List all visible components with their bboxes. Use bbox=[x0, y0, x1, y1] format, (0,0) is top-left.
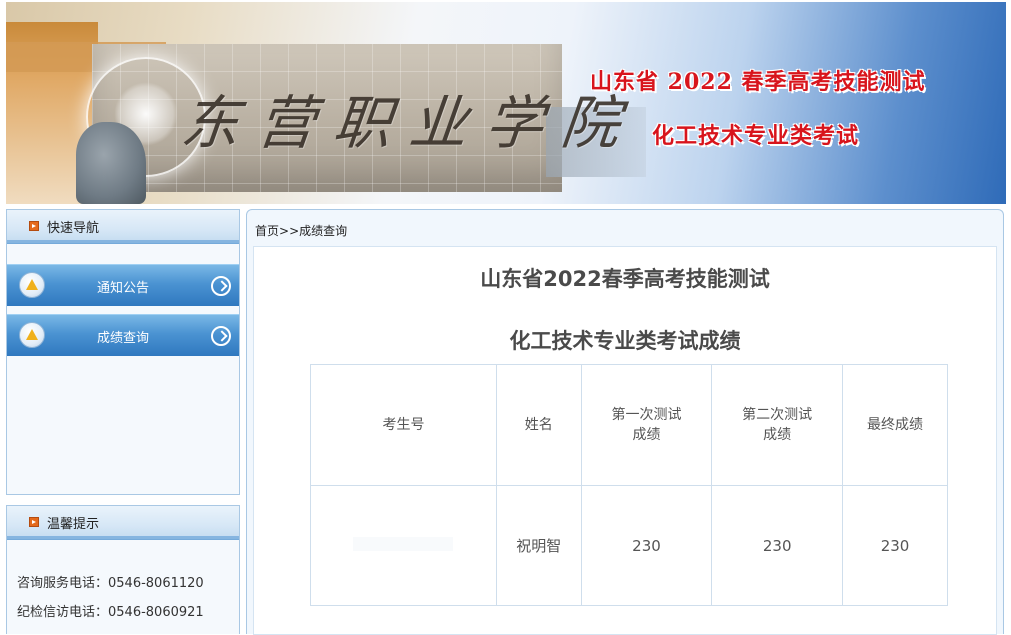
nav-item-label: 通知公告 bbox=[96, 281, 149, 296]
table-row: 祝明智 230 230 230 bbox=[310, 485, 948, 606]
tips-title: 温馨提示 bbox=[47, 517, 100, 532]
nav-item-notice[interactable]: 通知公告 bbox=[7, 264, 239, 306]
cell-second-score: 230 bbox=[711, 485, 844, 606]
bullet-icon bbox=[29, 517, 39, 527]
header-banner: 东营职业学院 山东省 2022 春季高考技能测试 化工技术专业类考试 bbox=[6, 2, 1006, 204]
banner-calligraphy: 东营职业学院 bbox=[177, 89, 642, 157]
quick-nav-panel: 快速导航 通知公告 成绩查询 bbox=[6, 209, 240, 495]
header-first-score: 第一次测试 成绩 bbox=[580, 364, 713, 486]
table-header-row: 考生号 姓名 第一次测试 成绩 第二次测试 成绩 最终成绩 bbox=[310, 364, 948, 486]
header-second-score: 第二次测试 成绩 bbox=[711, 364, 844, 486]
score-table: 考生号 姓名 第一次测试 成绩 第二次测试 成绩 最终成绩 祝明智 230 230 … bbox=[310, 364, 948, 606]
breadcrumb-home[interactable]: 首页 bbox=[255, 224, 279, 238]
main-panel: 首页>>成绩查询 山东省2022春季高考技能测试 化工技术专业类考试成绩 考生号… bbox=[246, 209, 1004, 635]
nav-item-score-query[interactable]: 成绩查询 bbox=[7, 314, 239, 356]
header-exam-id: 考生号 bbox=[310, 364, 497, 486]
page-title: 山东省2022春季高考技能测试 bbox=[480, 267, 770, 291]
banner-title-line1: 山东省 2022 春季高考技能测试 bbox=[590, 69, 926, 95]
chevron-right-icon bbox=[211, 326, 231, 346]
cell-first-score: 230 bbox=[580, 485, 713, 606]
banner-stone bbox=[76, 122, 146, 204]
chevron-right-icon bbox=[211, 276, 231, 296]
tips-header: 温馨提示 bbox=[7, 506, 239, 540]
header-underline bbox=[7, 240, 239, 244]
cell-name: 祝明智 bbox=[495, 485, 582, 606]
page-subtitle: 化工技术专业类考试成绩 bbox=[509, 329, 741, 353]
header-name: 姓名 bbox=[495, 364, 582, 486]
quick-nav-header: 快速导航 bbox=[7, 210, 239, 244]
nav-item-label: 成绩查询 bbox=[96, 331, 149, 346]
cell-final-score: 230 bbox=[842, 485, 948, 606]
breadcrumb-current[interactable]: 成绩查询 bbox=[299, 224, 347, 238]
header-underline bbox=[7, 536, 239, 540]
score-content: 山东省2022春季高考技能测试 化工技术专业类考试成绩 考生号 姓名 第一次测试… bbox=[253, 246, 997, 635]
quick-nav-title: 快速导航 bbox=[47, 221, 100, 236]
cell-exam-id bbox=[310, 485, 497, 606]
header-final-score: 最终成绩 bbox=[842, 364, 948, 486]
breadcrumb: 首页>>成绩查询 bbox=[255, 222, 347, 239]
inspection-phone: 纪检信访电话：0546-8060921 bbox=[17, 605, 204, 620]
breadcrumb-separator: >> bbox=[279, 224, 300, 238]
service-phone: 咨询服务电话：0546-8061120 bbox=[17, 576, 204, 591]
tips-panel: 温馨提示 咨询服务电话：0546-8061120 纪检信访电话：0546-806… bbox=[6, 505, 240, 634]
bullet-icon bbox=[29, 221, 39, 231]
banner-title-line2: 化工技术专业类考试 bbox=[652, 123, 860, 149]
redacted-exam-id bbox=[353, 536, 454, 551]
